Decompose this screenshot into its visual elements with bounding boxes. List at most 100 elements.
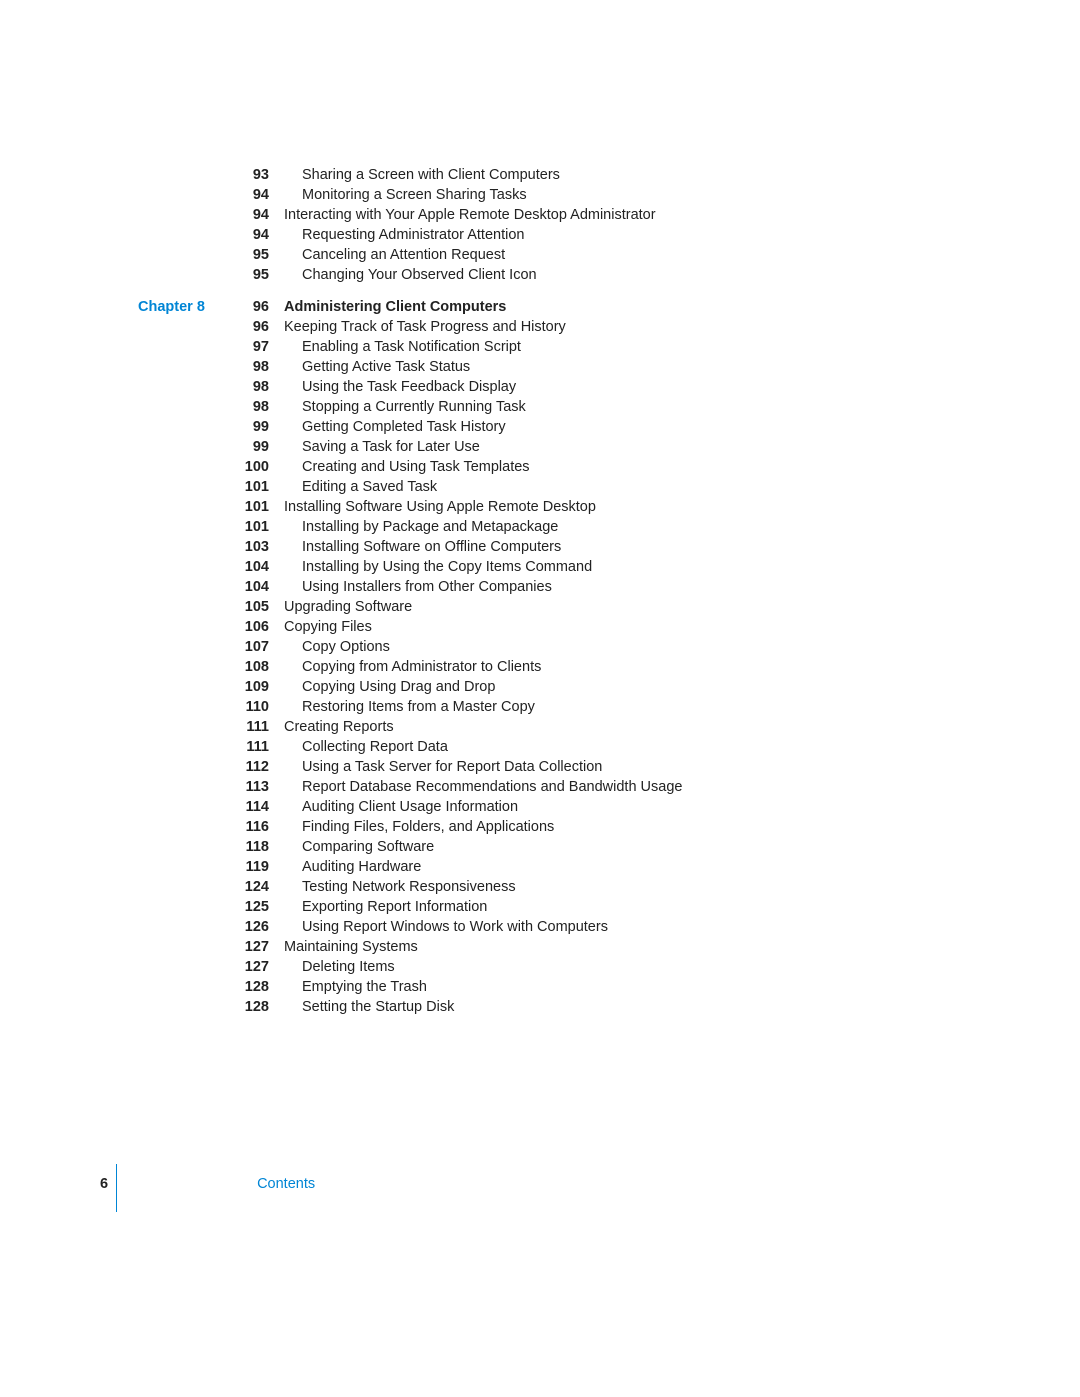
toc-page-number: 109 <box>226 677 269 697</box>
toc-entry-title[interactable]: Copying Using Drag and Drop <box>269 677 495 697</box>
toc-entry-title[interactable]: Using the Task Feedback Display <box>269 377 516 397</box>
toc-row: 125Exporting Report Information <box>138 897 1080 917</box>
toc-row: 127Deleting Items <box>138 957 1080 977</box>
toc-entry-title[interactable]: Interacting with Your Apple Remote Deskt… <box>269 205 656 225</box>
toc-entry-title[interactable]: Stopping a Currently Running Task <box>269 397 526 417</box>
chapter-col-empty <box>138 677 226 697</box>
toc-row: 97Enabling a Task Notification Script <box>138 337 1080 357</box>
toc-entry-title[interactable]: Enabling a Task Notification Script <box>269 337 521 357</box>
toc-row: 104Installing by Using the Copy Items Co… <box>138 557 1080 577</box>
toc-entry-title[interactable]: Editing a Saved Task <box>269 477 437 497</box>
toc-entry-title[interactable]: Finding Files, Folders, and Applications <box>269 817 554 837</box>
toc-entry-title[interactable]: Copying from Administrator to Clients <box>269 657 541 677</box>
toc-row: 114Auditing Client Usage Information <box>138 797 1080 817</box>
chapter-col-empty <box>138 937 226 957</box>
toc-page-number: 110 <box>226 697 269 717</box>
toc-entry-title[interactable]: Copying Files <box>269 617 372 637</box>
toc-row: 95Canceling an Attention Request <box>138 245 1080 265</box>
toc-entry-title[interactable]: Auditing Client Usage Information <box>269 797 518 817</box>
chapter-col-empty <box>138 617 226 637</box>
chapter-col-empty <box>138 977 226 997</box>
toc-entry-title[interactable]: Requesting Administrator Attention <box>269 225 524 245</box>
toc-page-number: 107 <box>226 637 269 657</box>
toc-row: 101Editing a Saved Task <box>138 477 1080 497</box>
toc-entry-title[interactable]: Creating and Using Task Templates <box>269 457 530 477</box>
toc-entry-title[interactable]: Copy Options <box>269 637 390 657</box>
toc-entry-title[interactable]: Restoring Items from a Master Copy <box>269 697 535 717</box>
toc-entry-title[interactable]: Changing Your Observed Client Icon <box>269 265 537 285</box>
toc-page-number: 108 <box>226 657 269 677</box>
toc-entry-title[interactable]: Emptying the Trash <box>269 977 427 997</box>
toc-entry-title[interactable]: Installing Software Using Apple Remote D… <box>269 497 596 517</box>
chapter-col-empty <box>138 417 226 437</box>
chapter-col-empty <box>138 517 226 537</box>
toc-page-number: 100 <box>226 457 269 477</box>
chapter-col-empty <box>138 637 226 657</box>
toc-row: 94Interacting with Your Apple Remote Des… <box>138 205 1080 225</box>
toc-entry-title[interactable]: Monitoring a Screen Sharing Tasks <box>269 185 527 205</box>
toc-row: 128Emptying the Trash <box>138 977 1080 997</box>
toc-entry-title[interactable]: Using Installers from Other Companies <box>269 577 552 597</box>
toc-entry-title[interactable]: Upgrading Software <box>269 597 412 617</box>
toc-entry-title[interactable]: Collecting Report Data <box>269 737 448 757</box>
footer-page-number: 6 <box>100 1176 108 1192</box>
toc-page-number: 106 <box>226 617 269 637</box>
footer-label[interactable]: Contents <box>127 1176 315 1192</box>
toc-entry-title[interactable]: Deleting Items <box>269 957 395 977</box>
chapter-col-empty <box>138 165 226 185</box>
toc-page-number: 95 <box>226 265 269 285</box>
chapter-col-empty <box>138 717 226 737</box>
toc-entry-title[interactable]: Saving a Task for Later Use <box>269 437 480 457</box>
toc-entry-title[interactable]: Maintaining Systems <box>269 937 418 957</box>
chapter-label[interactable]: Chapter 8 <box>138 297 226 317</box>
toc-page-number: 111 <box>226 717 269 737</box>
toc-page-number: 116 <box>226 817 269 837</box>
toc-row: 127Maintaining Systems <box>138 937 1080 957</box>
chapter-col-empty <box>138 317 226 337</box>
toc-row: 98Stopping a Currently Running Task <box>138 397 1080 417</box>
chapter-col-empty <box>138 737 226 757</box>
toc-entry-title[interactable]: Installing by Using the Copy Items Comma… <box>269 557 592 577</box>
toc-row: 128Setting the Startup Disk <box>138 997 1080 1017</box>
chapter-col-empty <box>138 997 226 1017</box>
toc-entry-title[interactable]: Installing Software on Offline Computers <box>269 537 561 557</box>
toc-page-number: 105 <box>226 597 269 617</box>
toc-entry-title[interactable]: Getting Active Task Status <box>269 357 470 377</box>
toc-entry-title[interactable]: Comparing Software <box>269 837 434 857</box>
toc-row: 124Testing Network Responsiveness <box>138 877 1080 897</box>
chapter-col-empty <box>138 557 226 577</box>
toc-entry-title[interactable]: Using Report Windows to Work with Comput… <box>269 917 608 937</box>
section-gap <box>138 285 1080 297</box>
toc-entry-title[interactable]: Report Database Recommendations and Band… <box>269 777 682 797</box>
toc-entry-title[interactable]: Setting the Startup Disk <box>269 997 454 1017</box>
toc-entry-title[interactable]: Installing by Package and Metapackage <box>269 517 558 537</box>
toc-page-number: 99 <box>226 437 269 457</box>
toc-entry-title[interactable]: Testing Network Responsiveness <box>269 877 516 897</box>
toc-entry-title[interactable]: Using a Task Server for Report Data Coll… <box>269 757 602 777</box>
chapter-col-empty <box>138 377 226 397</box>
toc-page-number: 125 <box>226 897 269 917</box>
toc-entry-title[interactable]: Exporting Report Information <box>269 897 487 917</box>
chapter-col-empty <box>138 757 226 777</box>
toc-row: 105Upgrading Software <box>138 597 1080 617</box>
toc-row: 108Copying from Administrator to Clients <box>138 657 1080 677</box>
toc-page-number: 98 <box>226 357 269 377</box>
toc-page-number: 98 <box>226 377 269 397</box>
toc-page-number: 112 <box>226 757 269 777</box>
toc-page-number: 95 <box>226 245 269 265</box>
chapter-col-empty <box>138 857 226 877</box>
toc-page-number: 101 <box>226 517 269 537</box>
toc-entry-title[interactable]: Canceling an Attention Request <box>269 245 505 265</box>
toc-row: 118Comparing Software <box>138 837 1080 857</box>
toc-page-number: 98 <box>226 397 269 417</box>
toc-row: 94Monitoring a Screen Sharing Tasks <box>138 185 1080 205</box>
toc-entry-title[interactable]: Sharing a Screen with Client Computers <box>269 165 560 185</box>
chapter-col-empty <box>138 817 226 837</box>
toc-page-number: 99 <box>226 417 269 437</box>
toc-entry-title[interactable]: Auditing Hardware <box>269 857 421 877</box>
toc-entry-title[interactable]: Getting Completed Task History <box>269 417 506 437</box>
toc-row: 96Keeping Track of Task Progress and His… <box>138 317 1080 337</box>
chapter-title[interactable]: Administering Client Computers <box>269 297 506 317</box>
toc-entry-title[interactable]: Keeping Track of Task Progress and Histo… <box>269 317 566 337</box>
toc-entry-title[interactable]: Creating Reports <box>269 717 394 737</box>
